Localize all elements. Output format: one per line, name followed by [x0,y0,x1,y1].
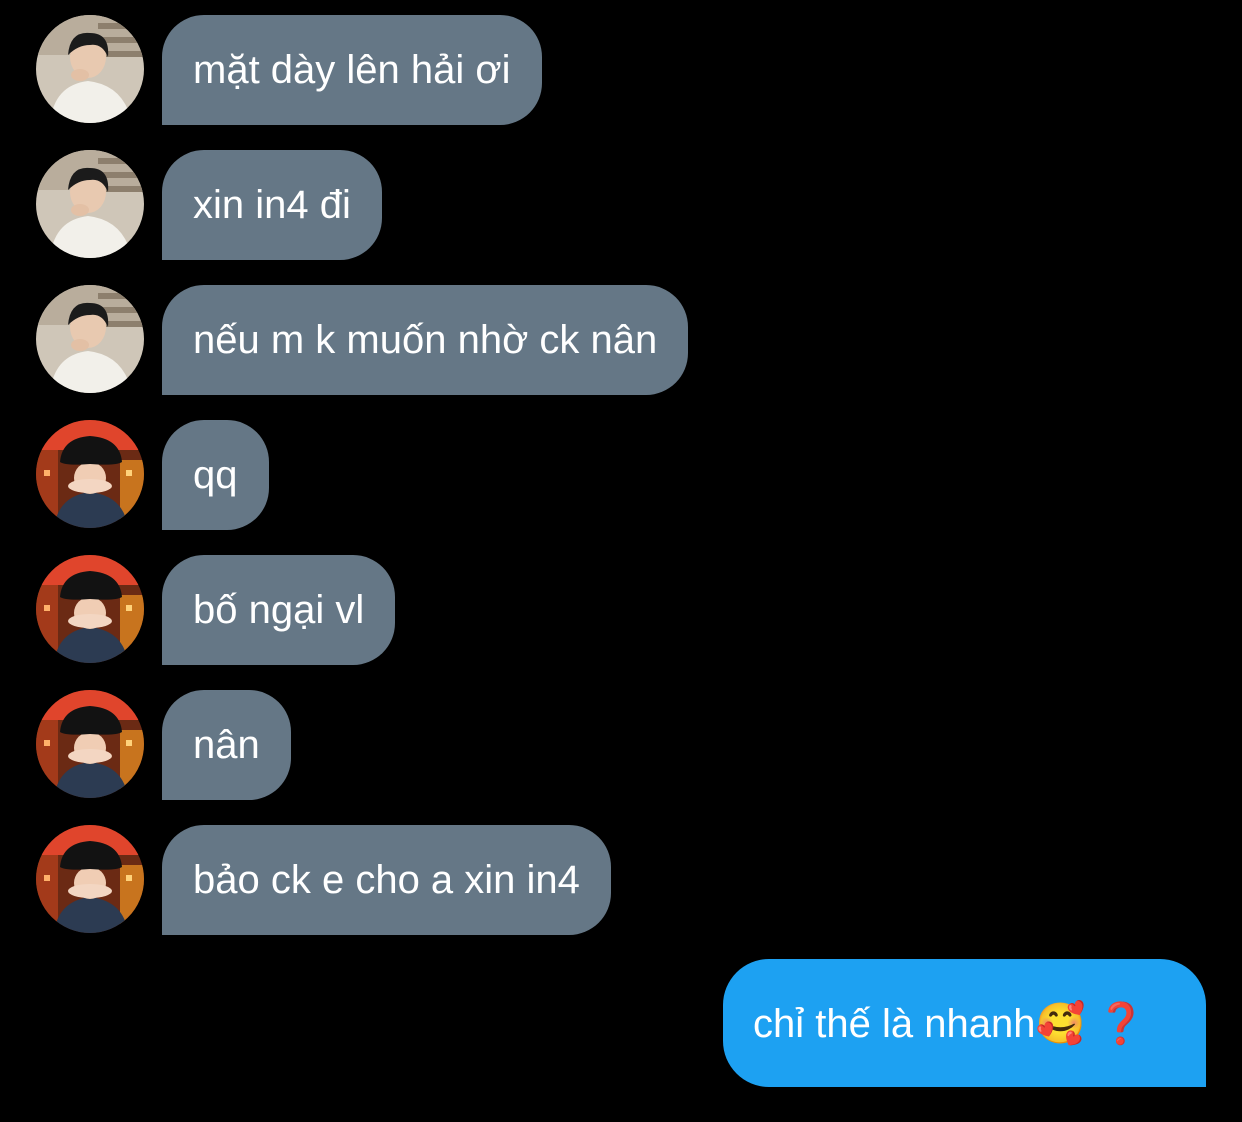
avatar[interactable] [36,420,144,528]
message-row: xin in4 đi [0,150,1242,260]
message-text: nân [193,722,260,767]
message-row: bảo ck e cho a xin in4 [0,825,1242,935]
message-text: qq [193,452,238,497]
message-text: bảo ck e cho a xin in4 [193,857,580,902]
outgoing-message-bubble[interactable]: chỉ thế là nhanh🥰 ❓ [723,959,1206,1087]
message-text: bố ngại vl [193,587,365,632]
incoming-message-bubble[interactable]: nếu m k muốn nhờ ck nân [162,285,689,395]
avatar[interactable] [36,690,144,798]
message-text: xin in4 đi [193,182,351,227]
message-row: nân [0,690,1242,800]
avatar[interactable] [36,825,144,933]
incoming-message-bubble[interactable]: mặt dày lên hải ơi [162,15,542,125]
message-row: nếu m k muốn nhờ ck nân [0,285,1242,395]
incoming-message-bubble[interactable]: bảo ck e cho a xin in4 [162,825,611,935]
avatar[interactable] [36,15,144,123]
avatar[interactable] [36,285,144,393]
avatar[interactable] [36,555,144,663]
incoming-message-bubble[interactable]: nân [162,690,291,800]
avatar[interactable] [36,150,144,258]
message-row: mặt dày lên hải ơi [0,15,1242,125]
message-text: chỉ thế là nhanh🥰 ❓ [753,1001,1147,1046]
message-row: bố ngại vl [0,555,1242,665]
message-text: nếu m k muốn nhờ ck nân [193,317,658,362]
message-text: mặt dày lên hải ơi [193,47,511,92]
message-row: qq [0,420,1242,530]
conversation-thread: mặt dày lên hải ơi xin in4 đi nếu m k mu… [0,0,1242,1122]
incoming-message-bubble[interactable]: bố ngại vl [162,555,396,665]
incoming-message-bubble[interactable]: xin in4 đi [162,150,382,260]
incoming-message-bubble[interactable]: qq [162,420,269,530]
